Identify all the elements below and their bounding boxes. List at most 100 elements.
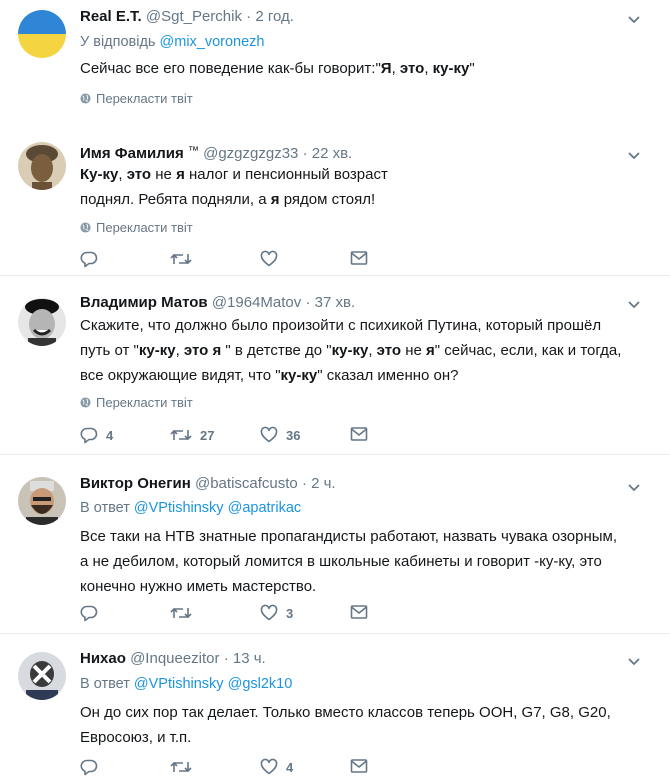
retweet-icon bbox=[170, 426, 192, 444]
tweet-text: Все таки на НТВ знатные пропагандисты ра… bbox=[80, 524, 617, 599]
retweet-button[interactable] bbox=[170, 250, 200, 268]
tweet-text-line: все окружающие видят, что "ку-ку" сказал… bbox=[80, 367, 459, 384]
chevron-down-icon[interactable] bbox=[626, 653, 642, 669]
direct-message-button[interactable] bbox=[350, 604, 368, 620]
reply-mention-link[interactable]: @gsl2k10 bbox=[228, 676, 293, 692]
tweet-header: Владимир Матов @1964Matov · 37 хв. bbox=[80, 294, 356, 311]
tweet-header: Виктор Онегин @batiscafcusto · 2 ч. bbox=[80, 475, 336, 492]
reply-mention-link[interactable]: @apatrikac bbox=[228, 500, 302, 516]
direct-message-icon bbox=[350, 604, 368, 620]
tweet-3[interactable]: Виктор Онегин @batiscafcusto · 2 ч. В от… bbox=[0, 455, 670, 634]
reply-button[interactable] bbox=[80, 604, 106, 622]
reply-mention-link[interactable]: @VPtishinsky bbox=[134, 676, 224, 692]
translate-link[interactable]: Перекласти твіт bbox=[80, 91, 193, 106]
author-name[interactable]: Виктор Онегин bbox=[80, 475, 191, 492]
reply-mention-link[interactable]: @mix_voronezh bbox=[160, 34, 265, 50]
like-count: 4 bbox=[286, 759, 294, 775]
like-button[interactable] bbox=[260, 250, 286, 268]
reply-mention-link[interactable]: @VPtishinsky bbox=[134, 500, 224, 516]
author-handle[interactable]: @gzgzgzgz33 bbox=[203, 145, 298, 162]
tweet-0[interactable]: Real E.T. @Sgt_Perchik · 2 год. У відпов… bbox=[0, 0, 670, 118]
reply-context: В ответ @VPtishinsky @gsl2k10 bbox=[80, 676, 293, 692]
author-handle[interactable]: @Sgt_Perchik bbox=[146, 8, 242, 25]
direct-message-icon bbox=[350, 426, 368, 442]
tweet-text-line: Сейчас все его поведение как-бы говорит:… bbox=[80, 60, 475, 77]
tweet-header: Нихао @Inqueezitor · 13 ч. bbox=[80, 650, 266, 667]
timestamp[interactable]: 13 ч. bbox=[233, 650, 266, 667]
avatar[interactable] bbox=[18, 298, 66, 346]
author-name[interactable]: Владимир Матов bbox=[80, 294, 208, 311]
direct-message-icon bbox=[350, 758, 368, 774]
chevron-down-icon[interactable] bbox=[626, 296, 642, 312]
tweet-actions: 3 bbox=[80, 604, 380, 628]
tweet-actions: 4 bbox=[80, 758, 380, 782]
chevron-down-icon[interactable] bbox=[626, 147, 642, 163]
tweet-text-line: Евросоюз, и т.п. bbox=[80, 729, 192, 746]
tweet-text: Он до сих пор так делает. Только вместо … bbox=[80, 700, 611, 750]
reply-context: В ответ @VPtishinsky @apatrikac bbox=[80, 500, 302, 516]
retweet-icon bbox=[170, 758, 192, 776]
direct-message-icon bbox=[350, 250, 368, 266]
translate-link[interactable]: Перекласти твіт bbox=[80, 220, 193, 235]
direct-message-button[interactable] bbox=[350, 250, 368, 266]
tweet-4[interactable]: Нихао @Inqueezitor · 13 ч. В ответ @VPti… bbox=[0, 634, 670, 780]
tweet-text-line: Скажите, что должно было произойти с пси… bbox=[80, 317, 602, 334]
tweet-actions: 4 27 36 bbox=[80, 426, 380, 450]
author-handle[interactable]: @1964Matov bbox=[212, 294, 301, 311]
globe-icon bbox=[80, 222, 91, 233]
avatar[interactable] bbox=[18, 652, 66, 700]
avatar[interactable] bbox=[18, 10, 66, 58]
avatar[interactable] bbox=[18, 477, 66, 525]
tweet-text-line: поднял. Ребята подняли, а я рядом стоял! bbox=[80, 191, 376, 208]
like-icon bbox=[260, 604, 278, 622]
timestamp[interactable]: 37 хв. bbox=[315, 294, 356, 311]
direct-message-button[interactable] bbox=[350, 426, 368, 442]
like-button[interactable]: 36 bbox=[260, 426, 300, 444]
timestamp[interactable]: 22 хв. bbox=[312, 145, 353, 162]
timestamp[interactable]: 2 год. bbox=[255, 8, 294, 25]
author-handle[interactable]: @Inqueezitor bbox=[130, 650, 219, 667]
like-button[interactable]: 3 bbox=[260, 604, 293, 622]
reply-icon bbox=[80, 758, 98, 776]
retweet-button[interactable] bbox=[170, 604, 200, 622]
reply-button[interactable]: 4 bbox=[80, 426, 113, 444]
retweet-button[interactable] bbox=[170, 758, 200, 776]
like-icon bbox=[260, 250, 278, 268]
author-handle[interactable]: @batiscafcusto bbox=[195, 475, 298, 492]
globe-icon bbox=[80, 397, 91, 408]
chevron-down-icon[interactable] bbox=[626, 479, 642, 495]
reply-icon bbox=[80, 250, 98, 268]
tweet-text-line: Ку-ку, это не я налог и пенсионный возра… bbox=[80, 166, 388, 183]
tweet-1[interactable]: Имя Фамилия ™ @gzgzgzgz33 · 22 хв. Ку-ку… bbox=[0, 118, 670, 276]
like-icon bbox=[260, 758, 278, 776]
tweet-text: Сейчас все его поведение как-бы говорит:… bbox=[80, 56, 475, 81]
tweet-text-line: а не дебилом, который ломится в школьные… bbox=[80, 553, 602, 570]
timestamp[interactable]: 2 ч. bbox=[311, 475, 336, 492]
tweet-text-line: путь от "ку-ку, это я " в детстве до "ку… bbox=[80, 342, 622, 359]
retweet-icon bbox=[170, 604, 192, 622]
author-name[interactable]: Real E.T. bbox=[80, 8, 142, 25]
author-name[interactable]: Имя Фамилия bbox=[80, 145, 184, 162]
reply-icon bbox=[80, 426, 98, 444]
retweet-count: 27 bbox=[200, 427, 215, 443]
tweet-2[interactable]: Владимир Матов @1964Matov · 37 хв. Скажи… bbox=[0, 276, 670, 455]
reply-button[interactable] bbox=[80, 758, 106, 776]
reply-count: 4 bbox=[106, 427, 114, 443]
tweet-header: Real E.T. @Sgt_Perchik · 2 год. bbox=[80, 8, 294, 25]
like-count: 36 bbox=[286, 427, 301, 443]
retweet-icon bbox=[170, 250, 192, 268]
like-button[interactable]: 4 bbox=[260, 758, 293, 776]
avatar[interactable] bbox=[18, 142, 66, 190]
chevron-down-icon[interactable] bbox=[626, 11, 642, 27]
tweet-text-line: конечно нужно иметь мастерство. bbox=[80, 578, 317, 595]
reply-context: У відповідь @mix_voronezh bbox=[80, 34, 265, 50]
tweet-actions bbox=[80, 250, 380, 274]
direct-message-button[interactable] bbox=[350, 758, 368, 774]
globe-icon bbox=[80, 93, 91, 104]
tweet-text: Скажите, что должно было произойти с пси… bbox=[80, 313, 621, 388]
tweet-text-line: Он до сих пор так делает. Только вместо … bbox=[80, 704, 611, 721]
author-name[interactable]: Нихао bbox=[80, 650, 126, 667]
reply-button[interactable] bbox=[80, 250, 106, 268]
retweet-button[interactable]: 27 bbox=[170, 426, 214, 444]
translate-link[interactable]: Перекласти твіт bbox=[80, 395, 193, 410]
